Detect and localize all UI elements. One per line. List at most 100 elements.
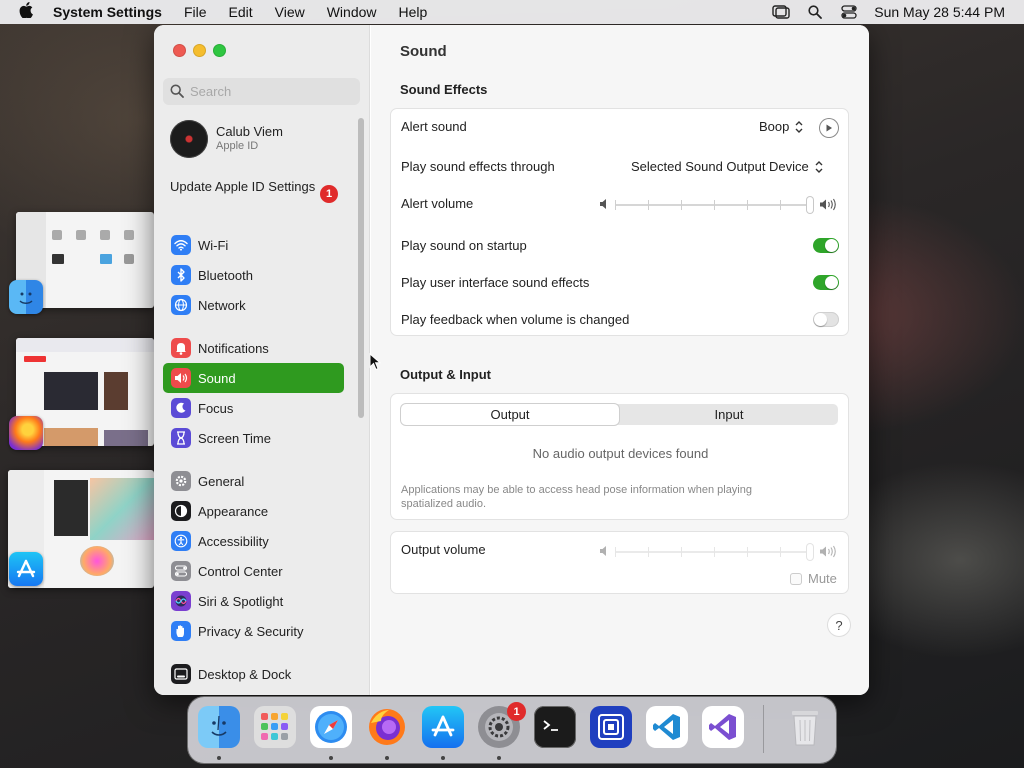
apple-id-account[interactable]: Calub Viem Apple ID [170, 120, 360, 160]
output-volume-slider[interactable] [615, 544, 813, 560]
tab-input[interactable]: Input [620, 404, 838, 425]
play-icon [826, 124, 832, 132]
chevron-updown-icon [795, 120, 803, 133]
sidebar-item-label: Wi-Fi [198, 237, 229, 253]
alert-sound-popup[interactable]: Boop [759, 119, 804, 134]
play-through-label: Play sound effects through [401, 159, 555, 174]
play-through-popup[interactable]: Selected Sound Output Device [631, 159, 824, 174]
dock-simulator-icon[interactable] [590, 706, 632, 748]
ui-sound-effects-toggle[interactable] [813, 275, 839, 290]
dock-firefox-icon[interactable] [366, 706, 408, 748]
hand-icon [171, 621, 191, 641]
menu-view[interactable]: View [264, 4, 316, 20]
moon-icon [171, 398, 191, 418]
app-store-icon[interactable] [9, 552, 43, 586]
volume-high-icon [820, 545, 836, 558]
mute-label: Mute [808, 571, 837, 586]
menu-clock[interactable]: Sun May 28 5:44 PM [866, 4, 1024, 20]
system-settings-badge: 1 [507, 702, 526, 721]
tab-output[interactable]: Output [401, 404, 619, 425]
volume-high-icon [820, 198, 836, 211]
sidebar-item-network[interactable]: Network [163, 290, 344, 320]
startup-sound-toggle[interactable] [813, 238, 839, 253]
head-pose-note: Applications may be able to access head … [401, 484, 752, 510]
sidebar-item-sound[interactable]: Sound [163, 363, 344, 393]
volume-feedback-toggle[interactable] [813, 312, 839, 327]
dock-safari-icon[interactable] [310, 706, 352, 748]
gear-icon [171, 471, 191, 491]
sidebar-item-general[interactable]: General [163, 466, 344, 496]
control-center-icon [171, 561, 191, 581]
sidebar-item-label: Appearance [198, 503, 269, 519]
sidebar-item-label: Privacy & Security [198, 623, 304, 639]
speaker-icon [171, 368, 191, 388]
spotlight-icon[interactable] [798, 0, 832, 24]
dock-terminal-icon[interactable] [534, 706, 576, 748]
sidebar-item-notifications[interactable]: Notifications [163, 333, 344, 363]
no-devices-message: No audio output devices found [532, 446, 709, 461]
alert-volume-label: Alert volume [401, 196, 474, 211]
menu-app-name[interactable]: System Settings [52, 4, 173, 20]
sidebar-item-label: Bluetooth [198, 267, 253, 283]
search-field[interactable]: Search [163, 78, 360, 105]
dock-trash-icon[interactable] [784, 706, 826, 748]
sidebar-item-appearance[interactable]: Appearance [163, 496, 344, 526]
firefox-icon[interactable] [9, 416, 43, 450]
update-badge: 1 [320, 185, 338, 203]
finder-icon[interactable] [9, 280, 43, 314]
dock-app-store-icon[interactable] [422, 706, 464, 748]
menu-file[interactable]: File [173, 4, 218, 20]
zoom-button[interactable] [213, 44, 226, 57]
menu-help[interactable]: Help [388, 4, 439, 20]
system-settings-window: Search Calub Viem Apple ID Update Apple … [154, 25, 869, 695]
close-button[interactable] [173, 44, 186, 57]
accessibility-icon [171, 531, 191, 551]
volume-low-icon [600, 546, 606, 556]
sidebar-scrollbar[interactable] [358, 118, 364, 418]
menu-edit[interactable]: Edit [218, 4, 264, 20]
avatar [170, 120, 208, 158]
sidebar-item-desktop-and-dock[interactable]: Desktop & Dock [163, 659, 344, 689]
alert-volume-slider[interactable] [615, 197, 813, 213]
play-alert-button[interactable] [820, 119, 838, 137]
apple-icon[interactable] [0, 2, 52, 22]
siri-icon [171, 591, 191, 611]
sound-pane: Sound Sound Effects Alert sound Boop Pla… [371, 25, 869, 695]
dock-launchpad-icon[interactable] [254, 706, 296, 748]
appearance-icon [171, 501, 191, 521]
control-center-icon[interactable] [832, 0, 866, 24]
startup-sound-label: Play sound on startup [401, 238, 527, 253]
sidebar-item-label: Notifications [198, 340, 269, 356]
dock-divider [763, 705, 764, 753]
output-volume-thumb[interactable] [807, 544, 813, 560]
section-heading-output-input: Output & Input [400, 367, 491, 382]
search-placeholder: Search [190, 84, 232, 99]
sidebar-item-bluetooth[interactable]: Bluetooth [163, 260, 344, 290]
dock-finder-icon[interactable] [198, 706, 240, 748]
update-apple-id-settings[interactable]: Update Apple ID Settings [170, 179, 340, 195]
dock-icon [171, 664, 191, 684]
output-input-card: Output Input No audio output devices fou… [390, 393, 849, 520]
sidebar-item-focus[interactable]: Focus [163, 393, 344, 423]
menu-window[interactable]: Window [316, 4, 388, 20]
alert-volume-thumb[interactable] [807, 197, 813, 213]
alert-sound-label: Alert sound [401, 119, 467, 134]
sidebar-item-label: Siri & Spotlight [198, 593, 284, 609]
dock-vscode-icon[interactable] [646, 706, 688, 748]
minimize-button[interactable] [193, 44, 206, 57]
menu-bar: System Settings File Edit View Window He… [0, 0, 1024, 24]
stage-manager-icon[interactable] [764, 0, 798, 24]
sidebar-item-screen-time[interactable]: Screen Time [163, 423, 344, 453]
sidebar-item-privacy-and-security[interactable]: Privacy & Security [163, 616, 344, 646]
sidebar-item-wi-fi[interactable]: Wi-Fi [163, 230, 344, 260]
sidebar-item-label: Network [198, 297, 246, 313]
sidebar-item-accessibility[interactable]: Accessibility [163, 526, 344, 556]
mute-checkbox[interactable]: Mute [790, 571, 837, 586]
wifi-icon [171, 235, 191, 255]
globe-icon [171, 295, 191, 315]
mute-checkbox-box[interactable] [790, 572, 802, 585]
dock-visual-studio-icon[interactable] [702, 706, 744, 748]
sidebar-item-siri-and-spotlight[interactable]: Siri & Spotlight [163, 586, 344, 616]
sidebar-item-control-center[interactable]: Control Center [163, 556, 344, 586]
help-button[interactable]: ? [828, 614, 850, 636]
